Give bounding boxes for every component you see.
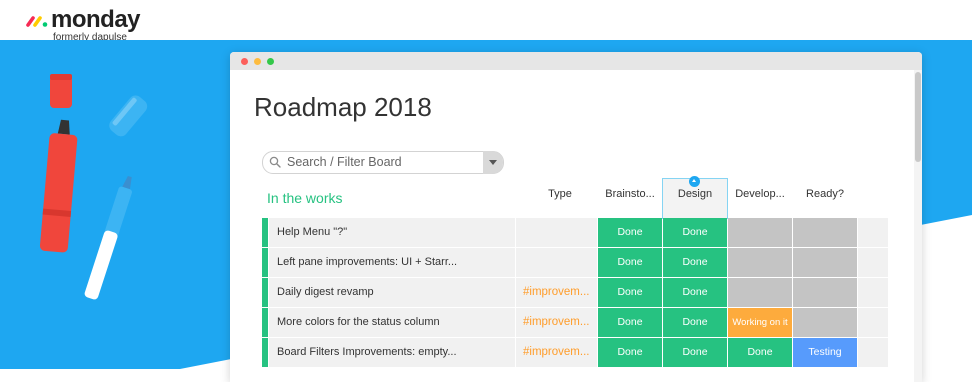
column-header-develop[interactable]: Develop...: [728, 188, 792, 200]
type-cell[interactable]: [516, 218, 597, 247]
chevron-down-icon: [489, 160, 497, 165]
minimize-window-button[interactable]: [254, 58, 261, 65]
status-cell-brainstorm[interactable]: Done: [598, 338, 662, 367]
status-cell-brainstorm[interactable]: Done: [598, 218, 662, 247]
column-header-ready[interactable]: Ready?: [793, 188, 857, 200]
status-cell-design[interactable]: Done: [663, 248, 727, 277]
status-cell-ready[interactable]: Testing: [793, 338, 857, 367]
type-cell[interactable]: [516, 248, 597, 277]
status-cell-design[interactable]: Done: [663, 308, 727, 337]
row-end-cell: [858, 248, 888, 277]
row-end-cell: [858, 218, 888, 247]
status-cell-develop[interactable]: [728, 248, 792, 277]
row-end-cell: [858, 338, 888, 367]
status-cell-develop[interactable]: [728, 218, 792, 247]
column-header-type[interactable]: Type: [524, 188, 596, 200]
table-row[interactable]: Daily digest revamp #improvem... Done Do…: [262, 278, 888, 307]
markers-illustration: [39, 74, 148, 300]
status-cell-design[interactable]: Done: [663, 218, 727, 247]
status-cell-ready[interactable]: [793, 248, 857, 277]
item-name[interactable]: Left pane improvements: UI + Starr...: [269, 248, 515, 277]
window-titlebar: [230, 52, 922, 70]
group-color-bar: [262, 308, 268, 337]
item-name[interactable]: Board Filters Improvements: empty...: [269, 338, 515, 367]
status-cell-brainstorm[interactable]: Done: [598, 308, 662, 337]
type-cell[interactable]: #improvem...: [516, 338, 597, 367]
group-color-bar: [262, 218, 268, 247]
column-header-design-label: Design: [677, 188, 713, 200]
item-name[interactable]: More colors for the status column: [269, 308, 515, 337]
close-window-button[interactable]: [241, 58, 248, 65]
status-cell-brainstorm[interactable]: Done: [598, 248, 662, 277]
column-header-design[interactable]: Design: [662, 176, 728, 219]
group-title[interactable]: In the works: [267, 190, 342, 206]
status-cell-develop[interactable]: Done: [728, 338, 792, 367]
search-icon: [269, 156, 281, 168]
app-window: Roadmap 2018 In the works Type Brainsto.…: [230, 52, 922, 382]
table-row[interactable]: Help Menu "?" Done Done: [262, 218, 888, 247]
row-end-cell: [858, 278, 888, 307]
status-cell-ready[interactable]: [793, 218, 857, 247]
status-cell-brainstorm[interactable]: Done: [598, 278, 662, 307]
group-color-bar: [262, 248, 268, 277]
search-input[interactable]: [285, 153, 477, 171]
status-cell-develop[interactable]: Working on it: [728, 308, 792, 337]
status-cell-design[interactable]: Done: [663, 278, 727, 307]
table-row[interactable]: Left pane improvements: UI + Starr... Do…: [262, 248, 888, 277]
status-cell-ready[interactable]: [793, 308, 857, 337]
type-cell[interactable]: #improvem...: [516, 308, 597, 337]
item-name[interactable]: Daily digest revamp: [269, 278, 515, 307]
scrollbar-thumb[interactable]: [915, 72, 921, 162]
board-rows: Help Menu "?" Done Done Left pane improv…: [262, 218, 888, 368]
monday-logo-icon: [26, 16, 48, 27]
status-cell-ready[interactable]: [793, 278, 857, 307]
group-color-bar: [262, 278, 268, 307]
sort-arrow-icon[interactable]: [689, 176, 700, 187]
item-name[interactable]: Help Menu "?": [269, 218, 515, 247]
row-end-cell: [858, 308, 888, 337]
status-cell-design[interactable]: Done: [663, 338, 727, 367]
maximize-window-button[interactable]: [267, 58, 274, 65]
status-cell-develop[interactable]: [728, 278, 792, 307]
table-row[interactable]: Board Filters Improvements: empty... #im…: [262, 338, 888, 367]
board-title: Roadmap 2018: [254, 92, 432, 122]
search-filter-box[interactable]: [262, 151, 504, 174]
group-color-bar: [262, 338, 268, 367]
brand-name: monday: [51, 6, 141, 33]
type-cell[interactable]: #improvem...: [516, 278, 597, 307]
filter-dropdown-button[interactable]: [483, 151, 503, 174]
table-row[interactable]: More colors for the status column #impro…: [262, 308, 888, 337]
column-header-brainstorm[interactable]: Brainsto...: [598, 188, 662, 200]
vertical-scrollbar[interactable]: [914, 70, 922, 382]
